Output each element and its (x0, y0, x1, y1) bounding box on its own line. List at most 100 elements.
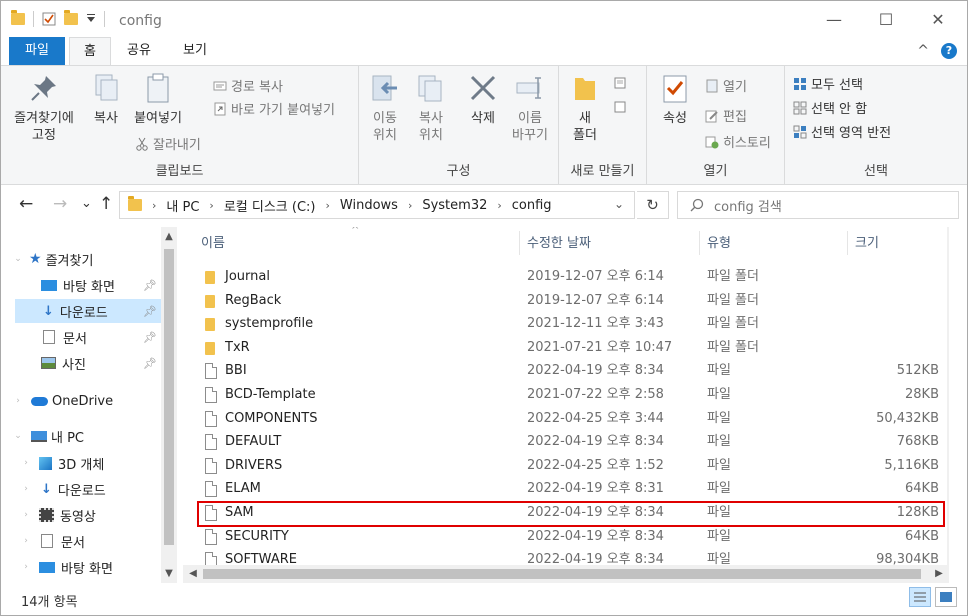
address-dropdown-icon[interactable]: ⌄ (614, 197, 624, 211)
sidebar-item-documents[interactable]: 문서 📌︎ (15, 325, 161, 349)
scroll-up-icon[interactable]: ▲ (161, 231, 177, 242)
copy-button[interactable]: 복사 (85, 72, 127, 127)
column-divider[interactable] (519, 231, 520, 255)
sidebar-item-downloads[interactable]: ↓ 다운로드 📌︎ (15, 299, 161, 323)
column-header-type[interactable]: 유형 (707, 227, 731, 259)
file-row[interactable]: TxR 2021-07-21 오후 10:47 파일 폴더 (183, 336, 949, 360)
recent-locations-button[interactable]: ⌄ (81, 196, 92, 211)
file-row[interactable]: SECURITY 2022-04-19 오후 8:34 파일 64KB (183, 525, 949, 549)
sidebar-scroll-thumb[interactable] (164, 249, 174, 545)
scroll-left-icon[interactable]: ◀ (185, 568, 201, 579)
new-item-button[interactable] (613, 76, 627, 90)
expand-chevron-icon[interactable]: › (19, 458, 33, 468)
column-divider[interactable] (699, 231, 700, 255)
rename-button[interactable]: 이름 바꾸기 (507, 72, 553, 144)
maximize-button[interactable]: ☐ (861, 1, 911, 37)
refresh-button[interactable]: ↻ (637, 191, 669, 219)
file-row[interactable]: Journal 2019-12-07 오후 6:14 파일 폴더 (183, 265, 949, 289)
breadcrumb-chevron-icon[interactable]: › (152, 199, 156, 212)
up-button[interactable]: ↑ (99, 194, 113, 214)
select-none-button[interactable]: 선택 안 함 (793, 98, 867, 117)
tab-share[interactable]: 공유 (113, 37, 165, 65)
sidebar-item-quick-access[interactable]: ⌄ ★ 즐겨찾기 (1, 247, 93, 271)
file-row[interactable]: RegBack 2019-12-07 오후 6:14 파일 폴더 (183, 289, 949, 313)
select-all-button[interactable]: 모두 선택 (793, 74, 863, 93)
sidebar-item-desktop[interactable]: 바탕 화면 📌︎ (15, 273, 161, 297)
new-folder-quick-icon[interactable] (64, 10, 78, 25)
file-row[interactable]: DEFAULT 2022-04-19 오후 8:34 파일 768KB (183, 430, 949, 454)
back-button[interactable]: ← (19, 194, 33, 214)
new-folder-button[interactable]: 새 폴더 (565, 72, 605, 144)
expand-chevron-icon[interactable]: › (19, 536, 33, 546)
sidebar-item-pictures[interactable]: 사진 📌︎ (15, 351, 161, 375)
collapse-ribbon-icon[interactable]: ^ (917, 43, 929, 59)
sidebar-item-3d-objects[interactable]: › 3D 개체 (1, 451, 104, 475)
move-to-button[interactable]: 이동 위치 (363, 72, 407, 144)
properties-check-icon[interactable] (42, 12, 56, 26)
list-horizontal-scrollbar[interactable]: ◀ ▶ (183, 565, 949, 583)
breadcrumb-config[interactable]: config (512, 198, 552, 213)
column-divider[interactable] (847, 231, 848, 255)
breadcrumb-chevron-icon[interactable]: › (408, 199, 412, 212)
paste-button[interactable]: 붙여넣기 (129, 72, 187, 127)
help-icon[interactable]: ? (941, 43, 957, 59)
column-header-name[interactable]: 이름 (201, 227, 225, 259)
delete-button[interactable]: 삭제 (463, 72, 503, 127)
search-box[interactable]: config 검색 (677, 191, 959, 219)
column-header-size[interactable]: 크기 (855, 227, 879, 259)
tab-view[interactable]: 보기 (169, 37, 221, 65)
large-icons-view-button[interactable] (935, 587, 957, 607)
expand-chevron-icon[interactable]: ⌄ (11, 254, 25, 264)
open-button[interactable]: 열기 (705, 76, 747, 95)
scroll-down-icon[interactable]: ▼ (947, 550, 949, 561)
paste-shortcut-button[interactable]: 바로 가기 붙여넣기 (213, 99, 335, 118)
address-bar[interactable]: › 내 PC › 로컬 디스크 (C:) › Windows › System3… (119, 191, 635, 219)
customize-dropdown-icon[interactable] (86, 14, 96, 24)
edit-button[interactable]: 편집 (705, 106, 747, 125)
breadcrumb-system32[interactable]: System32 (422, 198, 487, 213)
forward-button[interactable]: → (53, 194, 67, 214)
sidebar-item-documents-pc[interactable]: › 문서 (1, 529, 85, 553)
details-view-button[interactable] (909, 587, 931, 607)
breadcrumb-chevron-icon[interactable]: › (326, 199, 330, 212)
copy-path-button[interactable]: 경로 복사 (213, 76, 283, 95)
sidebar-item-videos[interactable]: › 동영상 (1, 503, 96, 527)
scroll-down-icon[interactable]: ▼ (161, 568, 177, 579)
sidebar-scrollbar[interactable]: ▲ ▼ (161, 227, 177, 583)
file-row[interactable]: DRIVERS 2022-04-25 오후 1:52 파일 5,116KB (183, 454, 949, 478)
file-row[interactable]: COMPONENTS 2022-04-25 오후 3:44 파일 50,432KB (183, 407, 949, 431)
sidebar-item-this-pc[interactable]: ⌄ 내 PC (1, 424, 84, 448)
properties-button[interactable]: 속성 (655, 72, 695, 127)
file-row[interactable]: ELAM 2022-04-19 오후 8:31 파일 64KB (183, 477, 949, 501)
expand-chevron-icon[interactable]: › (11, 396, 25, 406)
file-row[interactable]: BBI 2022-04-19 오후 8:34 파일 512KB (183, 359, 949, 383)
scroll-right-icon[interactable]: ▶ (931, 568, 947, 579)
close-button[interactable]: ✕ (913, 1, 963, 37)
file-row[interactable]: SAM 2022-04-19 오후 8:34 파일 128KB (183, 501, 949, 525)
breadcrumb-chevron-icon[interactable]: › (209, 199, 213, 212)
tab-home[interactable]: 홈 (69, 37, 111, 66)
column-header-date[interactable]: 수정한 날짜 (527, 227, 591, 259)
breadcrumb-local-disk[interactable]: 로컬 디스크 (C:) (224, 196, 316, 215)
breadcrumb-windows[interactable]: Windows (340, 198, 398, 213)
copy-to-button[interactable]: 복사 위치 (409, 72, 453, 144)
expand-chevron-icon[interactable]: › (19, 510, 33, 520)
expand-chevron-icon[interactable]: › (19, 562, 33, 572)
file-row[interactable]: BCD-Template 2021-07-22 오후 2:58 파일 28KB (183, 383, 949, 407)
sidebar-item-desktop-pc[interactable]: › 바탕 화면 (1, 555, 113, 579)
expand-chevron-icon[interactable]: › (19, 484, 33, 494)
expand-chevron-icon[interactable]: ⌄ (11, 431, 25, 441)
file-row[interactable]: systemprofile 2021-12-11 오후 3:43 파일 폴더 (183, 312, 949, 336)
breadcrumb-this-pc[interactable]: 내 PC (166, 196, 199, 215)
scroll-up-icon[interactable]: ▲ (947, 231, 949, 242)
invert-selection-button[interactable]: 선택 영역 반전 (793, 122, 891, 141)
minimize-button[interactable]: — (809, 1, 859, 37)
history-button[interactable]: 히스토리 (705, 132, 771, 151)
tab-file[interactable]: 파일 (9, 37, 65, 65)
breadcrumb-chevron-icon[interactable]: › (497, 199, 501, 212)
pin-quick-access-button[interactable]: 즐겨찾기에 고정 (9, 72, 79, 144)
list-hscroll-thumb[interactable] (203, 569, 921, 579)
cut-button[interactable]: 잘라내기 (135, 134, 201, 153)
sidebar-item-onedrive[interactable]: › OneDrive (1, 389, 113, 413)
sidebar-item-downloads-pc[interactable]: › ↓ 다운로드 (1, 477, 106, 501)
